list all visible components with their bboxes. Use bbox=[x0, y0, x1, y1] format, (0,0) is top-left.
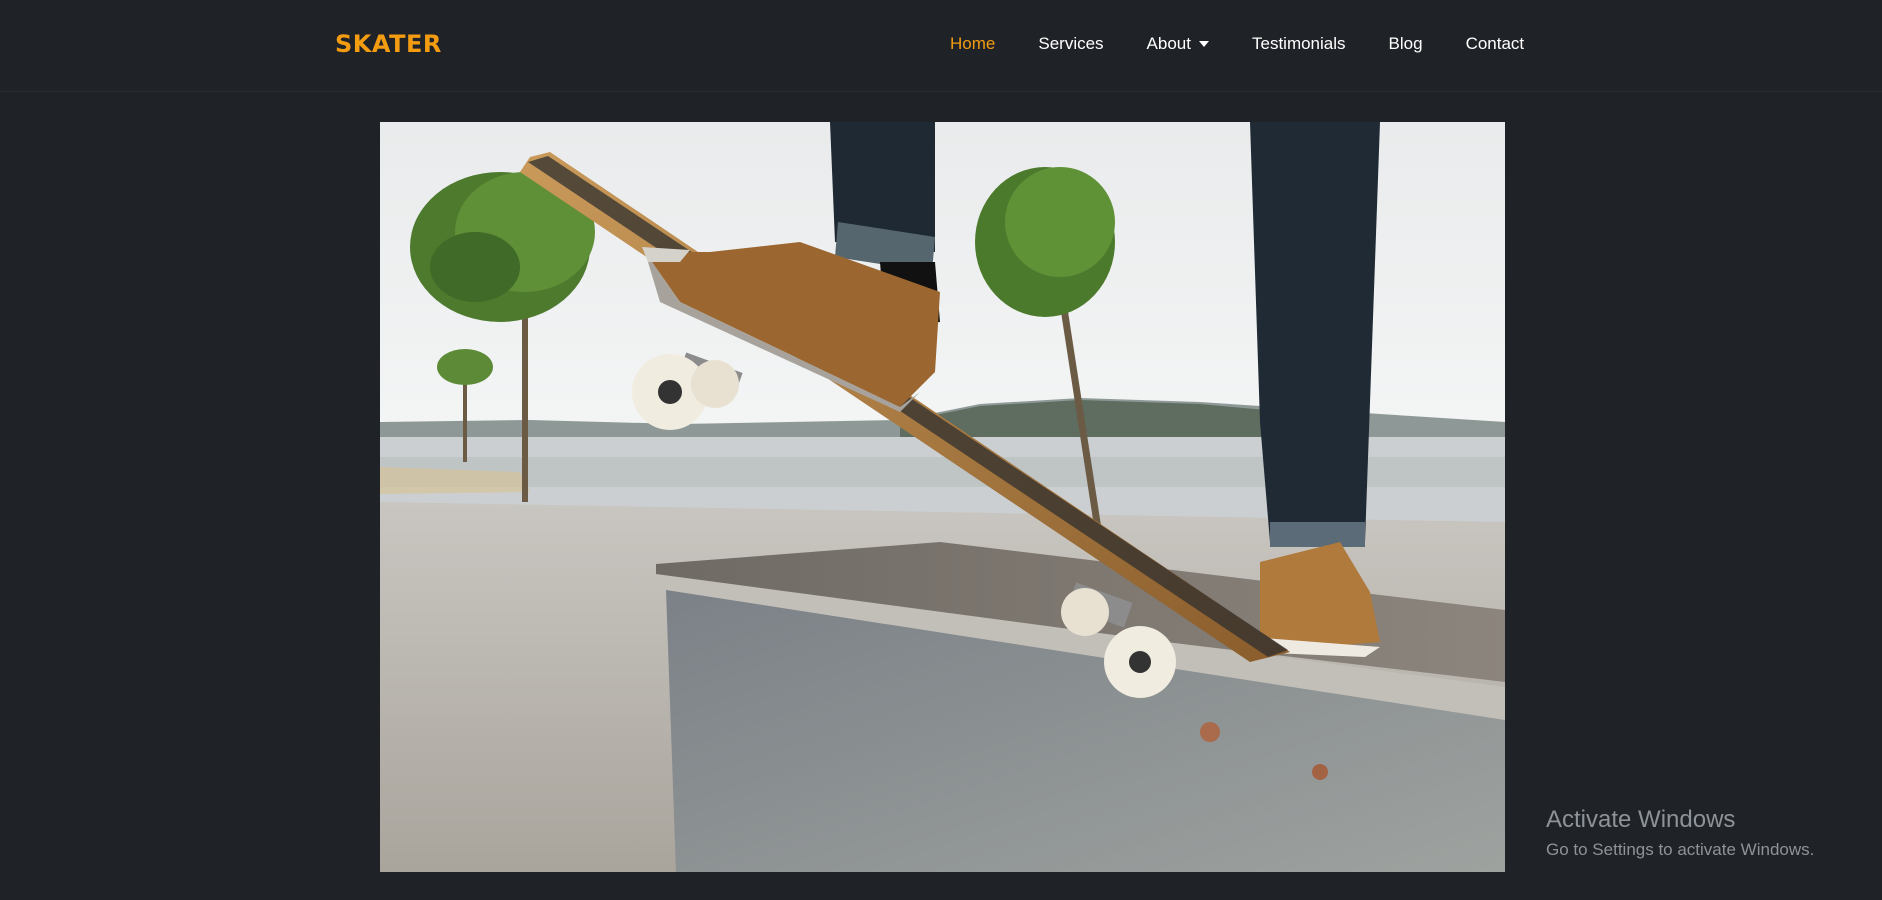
nav-link-contact[interactable]: Contact bbox=[1466, 34, 1525, 54]
nav-item-about: About bbox=[1147, 34, 1209, 54]
nav-link-testimonials[interactable]: Testimonials bbox=[1252, 34, 1346, 54]
nav-link-about-label: About bbox=[1146, 34, 1191, 53]
nav-item-contact: Contact bbox=[1466, 34, 1525, 54]
navbar: SKATER Home Services About Testimonials … bbox=[0, 0, 1882, 92]
nav-item-services: Services bbox=[1038, 34, 1103, 54]
nav-item-blog: Blog bbox=[1389, 34, 1423, 54]
windows-activation-watermark: Activate Windows Go to Settings to activ… bbox=[1546, 806, 1814, 860]
nav-menu: Home Services About Testimonials Blog Co… bbox=[950, 34, 1524, 54]
nav-item-testimonials: Testimonials bbox=[1252, 34, 1346, 54]
brand-logo[interactable]: SKATER bbox=[335, 30, 442, 58]
watermark-title: Activate Windows bbox=[1546, 806, 1736, 833]
nav-item-home: Home bbox=[950, 34, 995, 54]
nav-link-blog[interactable]: Blog bbox=[1389, 34, 1423, 54]
nav-link-services[interactable]: Services bbox=[1038, 34, 1103, 54]
nav-link-home[interactable]: Home bbox=[950, 34, 995, 54]
skateboard-photo bbox=[380, 122, 1505, 872]
watermark-subtitle: Go to Settings to activate Windows. bbox=[1546, 840, 1815, 859]
dropdown-caret-icon bbox=[1198, 41, 1209, 47]
nav-link-about[interactable]: About bbox=[1147, 34, 1209, 54]
hero-image bbox=[380, 122, 1505, 872]
